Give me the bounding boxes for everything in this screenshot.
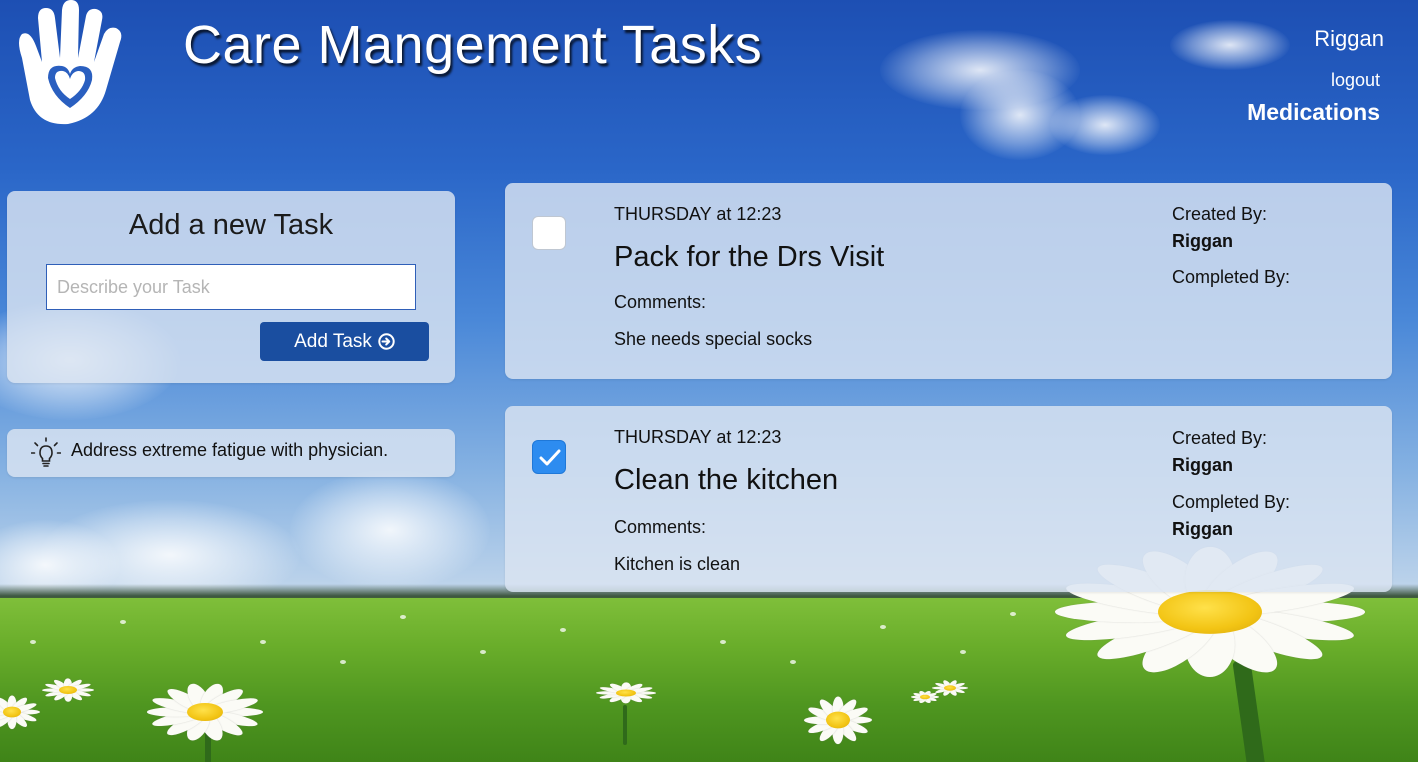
cloud <box>1050 95 1160 155</box>
comments-label: Comments: <box>614 292 707 312</box>
page-title: Care Mangement Tasks <box>183 15 763 75</box>
completed-by-label: Completed By: <box>1172 492 1291 512</box>
daisy-speck <box>880 625 886 629</box>
daisy-speck <box>1010 612 1016 616</box>
task-description-input[interactable] <box>46 264 416 310</box>
lightbulb-icon <box>31 437 61 467</box>
comments-label: Comments: <box>614 517 707 537</box>
daisy-speck <box>120 620 126 624</box>
task-complete-checkbox[interactable] <box>532 440 566 474</box>
created-by-value: Riggan <box>1172 231 1233 251</box>
task-title: Pack for the Drs Visit <box>614 241 885 273</box>
daisy-speck <box>340 660 346 664</box>
daisy-flower <box>42 678 94 702</box>
flower-stem <box>623 705 627 745</box>
created-by-label: Created By: <box>1172 428 1268 448</box>
task-date: THURSDAY at 12:23 <box>614 427 782 447</box>
daisy-flower <box>147 682 263 742</box>
cloud <box>290 470 490 590</box>
background-scene: Care Mangement Tasks Riggan logout Medic… <box>0 0 1418 762</box>
daisy-speck <box>400 615 406 619</box>
task-title: Clean the kitchen <box>614 464 839 496</box>
cloud <box>1170 20 1290 70</box>
comment-text: Kitchen is clean <box>614 554 741 574</box>
created-by-label: Created By: <box>1172 204 1268 224</box>
nav-medications-link[interactable]: Medications <box>1247 99 1380 126</box>
checkmark-icon <box>539 449 561 466</box>
daisy-speck <box>790 660 796 664</box>
daisy-speck <box>720 640 726 644</box>
arrow-circle-right-icon <box>378 333 395 350</box>
add-task-button[interactable]: Add Task <box>260 322 429 361</box>
daisy-flower <box>596 682 656 704</box>
user-name: Riggan <box>1314 26 1384 51</box>
logout-link[interactable]: logout <box>1331 70 1380 91</box>
completed-by-label: Completed By: <box>1172 267 1291 287</box>
comment-text: She needs special socks <box>614 329 813 349</box>
daisy-speck <box>960 650 966 654</box>
task-complete-checkbox[interactable] <box>532 216 566 250</box>
daisy-speck <box>560 628 566 632</box>
completed-by-value: Riggan <box>1172 519 1233 539</box>
daisy-speck <box>30 640 36 644</box>
daisy-flower <box>911 690 939 704</box>
add-task-button-label: Add Task <box>294 330 372 352</box>
tip-text: Address extreme fatigue with physician. <box>71 440 389 460</box>
daisy-speck <box>480 650 486 654</box>
tip-panel: Address extreme fatigue with physician. <box>7 429 455 477</box>
add-task-heading: Add a new Task <box>128 209 334 241</box>
task-date: THURSDAY at 12:23 <box>614 204 782 224</box>
daisy-flower <box>804 696 872 744</box>
task-card: THURSDAY at 12:23 Pack for the Drs Visit… <box>505 183 1392 379</box>
hand-heart-logo-icon <box>19 0 122 125</box>
add-task-panel: Add a new Task Add Task <box>7 191 455 383</box>
created-by-value: Riggan <box>1172 455 1233 475</box>
daisy-speck <box>260 640 266 644</box>
task-card: THURSDAY at 12:23 Clean the kitchen Comm… <box>505 406 1392 592</box>
